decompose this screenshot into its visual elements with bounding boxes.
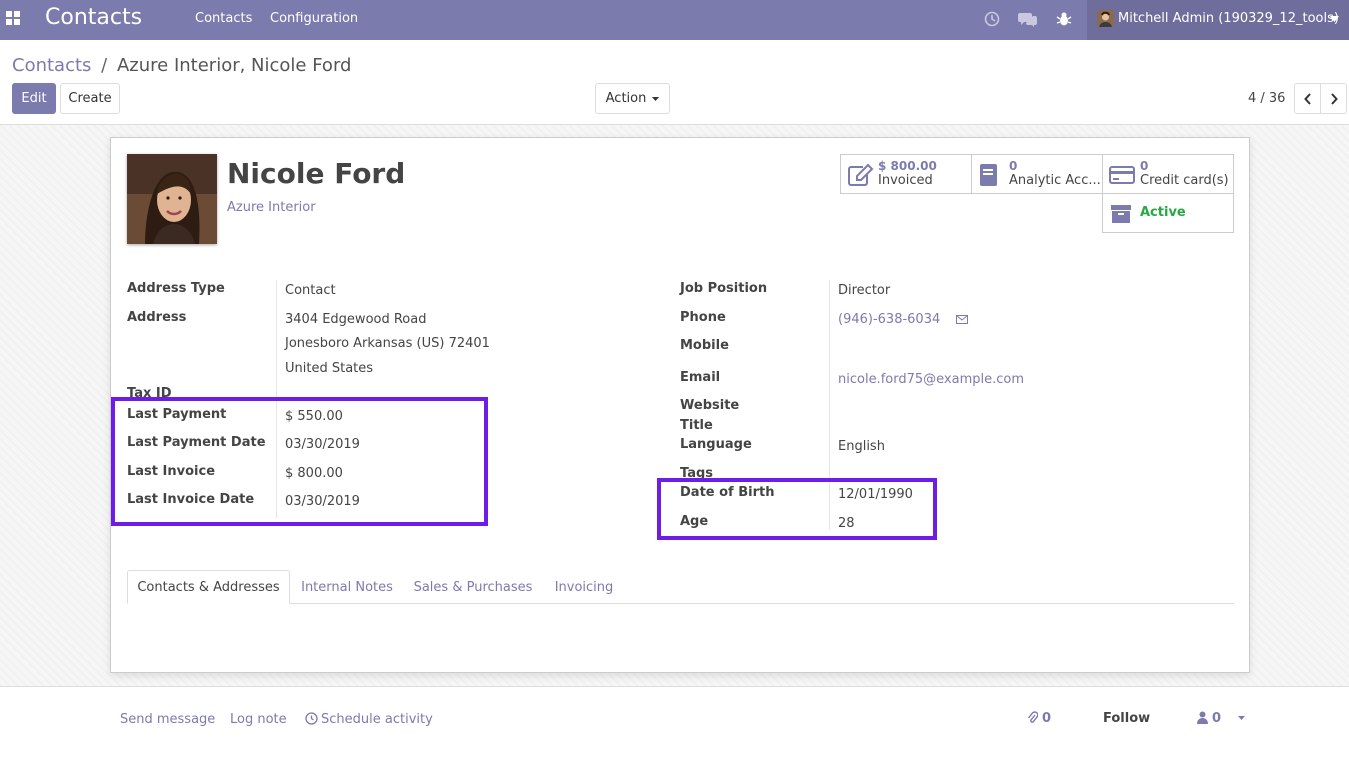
tab-invoicing[interactable]: Invoicing [549, 570, 619, 604]
mobile-label: Mobile [680, 338, 729, 353]
credit-cards-label: Credit card(s) [1140, 173, 1229, 188]
bug-icon[interactable] [1054, 9, 1074, 29]
analytic-accounts-value: 0 [1009, 159, 1018, 173]
address-type-value: Contact [285, 283, 336, 298]
edit-button[interactable]: Edit [12, 83, 56, 114]
app-brand[interactable]: Contacts [45, 5, 142, 30]
log-note-button[interactable]: Log note [230, 712, 287, 727]
active-label: Active [1140, 205, 1186, 220]
job-position-label: Job Position [680, 281, 768, 296]
menu-contacts[interactable]: Contacts [195, 11, 252, 26]
send-message-button[interactable]: Send message [120, 712, 215, 727]
user-avatar [1097, 10, 1114, 27]
caret-down-icon [1330, 16, 1339, 22]
address-country: United States [285, 361, 374, 376]
address-label: Address [127, 310, 187, 325]
address-city-state-zip: Jonesboro Arkansas (US) 72401 [285, 336, 490, 351]
website-label: Website [680, 398, 740, 413]
create-button[interactable]: Create [60, 83, 120, 114]
credit-cards-value: 0 [1140, 159, 1149, 173]
address-type-label: Address Type [127, 281, 225, 296]
schedule-activity-label: Schedule activity [321, 712, 433, 727]
phone-label: Phone [680, 310, 726, 325]
pager-previous-button[interactable] [1294, 83, 1321, 114]
breadcrumb: Contacts / Azure Interior, Nicole Ford [12, 55, 351, 76]
language-label: Language [680, 437, 752, 452]
followers-button[interactable]: 0 [1197, 711, 1245, 726]
highlight-payment-fields [111, 397, 488, 526]
paperclip-icon [1027, 711, 1039, 723]
analytic-accounts-label: Analytic Acc... [1009, 173, 1101, 188]
pencil-square-icon [848, 163, 874, 186]
pager-next-button[interactable] [1320, 83, 1347, 114]
invoiced-value: $ 800.00 [878, 159, 937, 173]
tab-contacts-addresses[interactable]: Contacts & Addresses [127, 570, 290, 604]
chevron-right-icon [1330, 92, 1338, 105]
highlight-birth-age-fields [657, 478, 937, 540]
apps-menu-icon[interactable] [6, 11, 20, 25]
notebook-tabs: Contacts & Addresses Internal Notes Sale… [127, 570, 1234, 604]
follow-button[interactable]: Follow [1103, 711, 1150, 726]
tab-sales-purchases[interactable]: Sales & Purchases [410, 570, 536, 604]
invoiced-stat-button[interactable]: $ 800.00 Invoiced [840, 154, 972, 194]
attachments-count: 0 [1042, 711, 1052, 726]
job-position-value: Director [838, 283, 891, 298]
user-icon [1197, 711, 1208, 724]
title-label: Title [680, 418, 713, 433]
menu-configuration[interactable]: Configuration [270, 11, 358, 26]
breadcrumb-contacts[interactable]: Contacts [12, 55, 91, 76]
credit-card-icon [1109, 166, 1135, 184]
followers-count: 0 [1212, 711, 1222, 726]
clock-icon [305, 712, 318, 725]
chat-icon[interactable] [1018, 9, 1038, 29]
contact-name: Nicole Ford [227, 157, 406, 190]
address-street: 3404 Edgewood Road [285, 312, 427, 327]
chevron-left-icon [1303, 92, 1311, 105]
book-icon [980, 164, 997, 186]
user-name: Mitchell Admin (190329_12_tools) [1118, 11, 1339, 26]
action-dropdown[interactable]: Action [595, 83, 670, 114]
phone-value[interactable]: (946)-638-6034 [838, 312, 940, 327]
schedule-activity-button[interactable]: Schedule activity [305, 712, 433, 727]
action-label: Action [605, 91, 647, 106]
sms-envelope-icon[interactable] [956, 315, 968, 324]
breadcrumb-separator: / [101, 55, 108, 76]
tab-internal-notes[interactable]: Internal Notes [297, 570, 397, 604]
contact-photo[interactable] [127, 154, 217, 244]
analytic-accounts-stat-button[interactable]: 0 Analytic Acc... [971, 154, 1103, 194]
company-link[interactable]: Azure Interior [227, 200, 316, 215]
user-menu[interactable]: Mitchell Admin (190329_12_tools) [1087, 0, 1349, 40]
credit-cards-stat-button[interactable]: 0 Credit card(s) [1102, 154, 1234, 194]
email-value[interactable]: nicole.ford75@example.com [838, 372, 1024, 387]
invoiced-label: Invoiced [878, 173, 933, 188]
breadcrumb-current: Azure Interior, Nicole Ford [116, 55, 352, 76]
clock-icon[interactable] [982, 9, 1002, 29]
pager-value[interactable]: 4 / 36 [1248, 91, 1285, 106]
top-navbar: Contacts Contacts Configuration Mitchell… [0, 0, 1349, 40]
email-label: Email [680, 370, 721, 385]
attachments-button[interactable]: 0 [1027, 711, 1051, 726]
archive-icon [1111, 205, 1131, 223]
caret-down-icon [652, 96, 660, 101]
active-toggle-button[interactable]: Active [1102, 193, 1234, 233]
caret-down-icon [1237, 716, 1245, 720]
language-value: English [838, 439, 885, 454]
